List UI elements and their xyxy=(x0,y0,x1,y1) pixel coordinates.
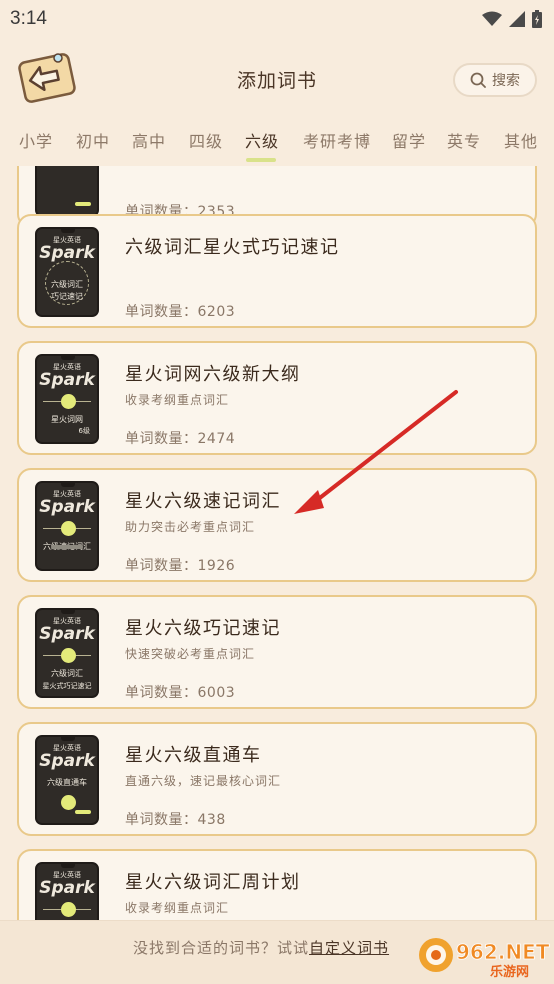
cover-brand: Spark xyxy=(39,243,95,263)
svg-text:乐游网: 乐游网 xyxy=(490,964,529,980)
book-list[interactable]: 单词数量：2353 星火英语 Spark 六级词汇 巧记速记 六级词汇星火式巧记速… xyxy=(0,166,554,920)
book-title: 六级词汇星火式巧记速记 xyxy=(125,237,340,258)
category-tabs: 小学 初中 高中 四级 六级 考研考博 留学 英专 其他 xyxy=(0,120,554,166)
cover-brand: Spark xyxy=(39,624,95,644)
tab-other[interactable]: 其他 xyxy=(504,128,538,152)
cover-dot xyxy=(61,394,76,409)
custom-wordbook-link[interactable]: 自定义词书 xyxy=(309,939,389,957)
footer-prompt-text: 没找到合适的词书？试试 xyxy=(133,939,310,957)
book-subtitle: 直通六级，速记最核心词汇 xyxy=(125,774,282,788)
tab-senior[interactable]: 高中 xyxy=(132,128,166,152)
book-card[interactable]: 星火英语 Spark 六级词汇 星火式巧记速记 星火六级巧记速记 快速突破必考重点… xyxy=(17,595,537,709)
book-card[interactable]: 星火英语 Spark 六级 星火六级词汇周计划 收录考纲重点词汇 xyxy=(17,849,537,920)
cover-bar xyxy=(51,545,83,549)
book-title: 星火六级直通车 xyxy=(125,745,262,766)
book-word-count: 单词数量：1926 xyxy=(125,558,236,574)
site-watermark-logo: 962.NET 乐游网 xyxy=(419,938,550,980)
book-cover: 星火英语 Spark 六级词汇 星火式巧记速记 xyxy=(35,608,99,698)
book-title: 星火词网六级新大纲 xyxy=(125,364,301,385)
header: 添加词书 搜索 xyxy=(0,38,554,120)
active-tab-indicator xyxy=(246,158,276,162)
cover-subtitle: 六级词汇星火式巧记速记 xyxy=(37,668,97,692)
tab-primary[interactable]: 小学 xyxy=(19,128,53,152)
cover-notch xyxy=(61,356,75,360)
tab-postgrad[interactable]: 考研考博 xyxy=(303,128,371,152)
tab-english-major[interactable]: 英专 xyxy=(447,128,481,152)
book-title: 星火六级速记词汇 xyxy=(125,491,281,512)
book-subtitle: 快速突破必考重点词汇 xyxy=(125,647,256,661)
search-icon xyxy=(470,72,486,88)
cover-sub1: 星火词网 xyxy=(51,415,83,424)
book-cover xyxy=(35,166,99,217)
cover-notch xyxy=(61,737,75,741)
status-time: 3:14 xyxy=(10,8,47,29)
signal-icon xyxy=(509,11,525,27)
book-word-count: 单词数量：6203 xyxy=(125,304,236,320)
battery-icon xyxy=(532,10,542,28)
search-label: 搜索 xyxy=(492,73,520,89)
search-button[interactable]: 搜索 xyxy=(453,63,537,97)
wifi-icon xyxy=(482,11,502,26)
cover-brand: Spark xyxy=(39,751,95,771)
tab-cet4[interactable]: 四级 xyxy=(189,128,223,152)
book-word-count: 单词数量：6003 xyxy=(125,685,236,701)
book-word-count: 单词数量：2474 xyxy=(125,431,236,447)
cover-brand: Spark xyxy=(39,370,95,390)
tab-junior[interactable]: 初中 xyxy=(76,128,110,152)
book-title: 星火六级巧记速记 xyxy=(125,618,281,639)
book-cover: 星火英语 Spark 星火词网 6级 xyxy=(35,354,99,444)
cover-brand: Spark xyxy=(39,878,95,898)
cover-sub1: 六级词汇 xyxy=(51,669,83,678)
book-cover: 星火英语 Spark 六级 xyxy=(35,862,99,920)
status-bar: 3:14 xyxy=(0,0,554,38)
status-icons xyxy=(482,10,542,28)
book-subtitle: 收录考纲重点词汇 xyxy=(125,901,230,915)
tab-cet6[interactable]: 六级 xyxy=(245,128,279,152)
book-cover: 星火英语 Spark 六级词汇 巧记速记 xyxy=(35,227,99,317)
cover-dot xyxy=(61,521,76,536)
cover-sub1: 六级直通车 xyxy=(47,778,87,787)
cover-tag: 6级 xyxy=(78,427,90,435)
book-cover: 星火英语 Spark 六级直通车 xyxy=(35,735,99,825)
cover-notch xyxy=(61,483,75,487)
cover-sub2: 巧记速记 xyxy=(51,292,83,301)
cover-dot xyxy=(61,902,76,917)
tab-abroad[interactable]: 留学 xyxy=(392,128,426,152)
book-card[interactable]: 星火英语 Spark 星火词网 6级 星火词网六级新大纲 收录考纲重点词汇 单词… xyxy=(17,341,537,455)
cover-pill xyxy=(75,202,91,206)
book-subtitle: 助力突击必考重点词汇 xyxy=(125,520,256,534)
footer-prompt: 没找到合适的词书？试试自定义词书 xyxy=(133,937,389,958)
cover-notch xyxy=(61,864,75,868)
cover-notch xyxy=(61,229,75,233)
cover-sub1: 六级词汇 xyxy=(51,280,83,289)
book-subtitle: 收录考纲重点词汇 xyxy=(125,393,230,407)
book-card[interactable]: 星火英语 Spark 六级词汇 巧记速记 六级词汇星火式巧记速记 单词数量：620… xyxy=(17,214,537,328)
cover-dot xyxy=(61,648,76,663)
book-card[interactable]: 星火英语 Spark 六级速记词汇 星火六级速记词汇 助力突击必考重点词汇 单词… xyxy=(17,468,537,582)
book-card[interactable]: 星火英语 Spark 六级直通车 星火六级直通车 直通六级，速记最核心词汇 单词… xyxy=(17,722,537,836)
book-word-count: 单词数量：438 xyxy=(125,812,226,828)
cover-pill xyxy=(75,810,91,814)
cover-notch xyxy=(61,610,75,614)
book-title: 星火六级词汇周计划 xyxy=(125,872,301,893)
book-cover: 星火英语 Spark 六级速记词汇 xyxy=(35,481,99,571)
cover-brand: Spark xyxy=(39,497,95,517)
cover-dot xyxy=(61,795,76,810)
cover-subtitle: 六级词汇 巧记速记 xyxy=(37,279,97,303)
cover-sub2: 星火式巧记速记 xyxy=(42,682,92,690)
svg-text:962.NET: 962.NET xyxy=(456,940,550,964)
